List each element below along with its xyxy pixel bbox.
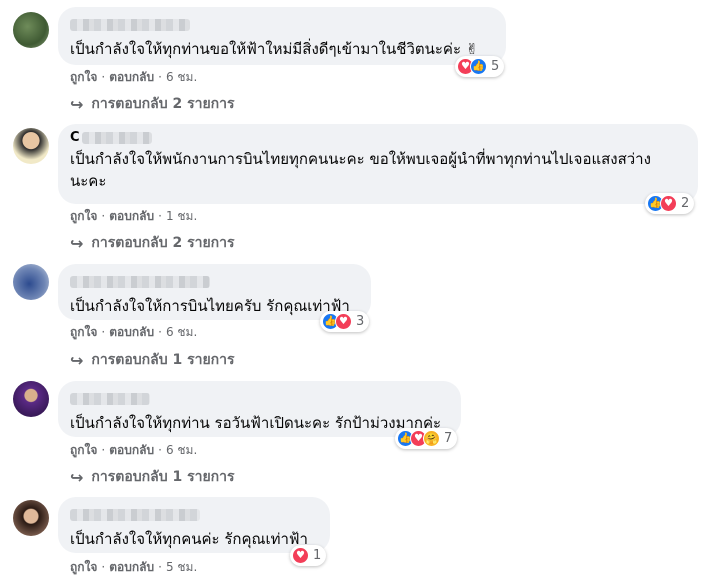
- reaction-count: 2: [681, 196, 690, 211]
- author-name-blurred[interactable]: [81, 131, 152, 144]
- timestamp[interactable]: 6 ชม.: [166, 70, 197, 84]
- heart-icon: ♥: [292, 547, 309, 564]
- reaction-count: 5: [491, 59, 500, 74]
- comment-bubble: เป็นกำลังใจให้ทุกท่านขอให้ฟ้าใหม่มีสิ่งด…: [58, 7, 506, 65]
- reply-arrow-icon: ↪: [70, 94, 84, 114]
- reaction-summary[interactable]: 👍 ♥ 🤗 7: [395, 428, 458, 449]
- like-link[interactable]: ถูกใจ: [70, 443, 97, 457]
- avatar[interactable]: [13, 264, 49, 300]
- replies-label: การตอบกลับ 2 รายการ: [91, 235, 235, 251]
- heart-icon: ♥: [660, 195, 677, 212]
- timestamp[interactable]: 5 ชม.: [166, 560, 197, 574]
- comment-text: เป็นกำลังใจให้พนักงานการบินไทยทุกคนนะคะ …: [70, 150, 651, 190]
- comment-actions: ถูกใจ · ตอบกลับ · 6 ชม.: [70, 443, 198, 457]
- view-replies-link[interactable]: ↪ การตอบกลับ 2 รายการ: [70, 232, 235, 254]
- reply-arrow-icon: ↪: [70, 467, 84, 487]
- like-link[interactable]: ถูกใจ: [70, 209, 97, 223]
- comment-actions: ถูกใจ · ตอบกลับ · 1 ชม.: [70, 209, 198, 223]
- comment-bubble: เป็นกำลังใจให้ทุกคนค่ะ รักคุณเท่าฟ้า: [58, 497, 330, 553]
- reaction-summary[interactable]: ♥ 1: [290, 545, 327, 566]
- like-link[interactable]: ถูกใจ: [70, 325, 97, 339]
- author-name-initial[interactable]: C: [70, 130, 80, 145]
- like-icon: 👍: [470, 58, 487, 75]
- author-name-blurred[interactable]: [70, 393, 150, 405]
- like-link[interactable]: ถูกใจ: [70, 560, 97, 574]
- reaction-summary[interactable]: ♥ 👍 5: [455, 56, 505, 77]
- avatar[interactable]: [13, 128, 49, 164]
- like-link[interactable]: ถูกใจ: [70, 70, 97, 84]
- reply-link[interactable]: ตอบกลับ: [109, 70, 154, 84]
- comment-actions: ถูกใจ · ตอบกลับ · 6 ชม.: [70, 70, 198, 84]
- reaction-count: 3: [356, 314, 365, 329]
- reaction-summary[interactable]: 👍 ♥ 2: [645, 193, 695, 214]
- comment-actions: ถูกใจ · ตอบกลับ · 6 ชม.: [70, 325, 198, 339]
- view-replies-link[interactable]: ↪ การตอบกลับ 1 รายการ: [70, 466, 235, 488]
- timestamp[interactable]: 6 ชม.: [166, 443, 197, 457]
- avatar[interactable]: [13, 12, 49, 48]
- author-name-blurred[interactable]: [70, 19, 190, 31]
- reaction-count: 7: [444, 431, 453, 446]
- reply-arrow-icon: ↪: [70, 350, 84, 370]
- reply-link[interactable]: ตอบกลับ: [109, 325, 154, 339]
- comment-text: เป็นกำลังใจให้ทุกท่านขอให้ฟ้าใหม่มีสิ่งด…: [70, 40, 479, 58]
- avatar[interactable]: [13, 500, 49, 536]
- view-replies-link[interactable]: ↪ การตอบกลับ 1 รายการ: [70, 349, 235, 371]
- reply-link[interactable]: ตอบกลับ: [109, 443, 154, 457]
- heart-icon: ♥: [335, 313, 352, 330]
- reply-link[interactable]: ตอบกลับ: [109, 209, 154, 223]
- comment-actions: ถูกใจ · ตอบกลับ · 5 ชม.: [70, 560, 198, 574]
- timestamp[interactable]: 6 ชม.: [166, 325, 197, 339]
- comment-text: เป็นกำลังใจให้การบินไทยครับ รักคุณเท่าฟ้…: [70, 297, 350, 315]
- comment-text: เป็นกำลังใจให้ทุกคนค่ะ รักคุณเท่าฟ้า: [70, 530, 308, 548]
- reply-link[interactable]: ตอบกลับ: [109, 560, 154, 574]
- comment-text: เป็นกำลังใจให้ทุกท่าน รอวันฟ้าเปิดนะคะ ร…: [70, 414, 442, 432]
- comment-bubble: C เป็นกำลังใจให้พนักงานการบินไทยทุกคนนะค…: [58, 124, 698, 204]
- timestamp[interactable]: 1 ชม.: [166, 209, 197, 223]
- replies-label: การตอบกลับ 1 รายการ: [91, 352, 235, 368]
- replies-label: การตอบกลับ 2 รายการ: [91, 96, 235, 112]
- care-icon: 🤗: [423, 430, 440, 447]
- reply-arrow-icon: ↪: [70, 233, 84, 253]
- view-replies-link[interactable]: ↪ การตอบกลับ 2 รายการ: [70, 93, 235, 115]
- author-name-blurred[interactable]: [70, 509, 200, 521]
- replies-label: การตอบกลับ 1 รายการ: [91, 469, 235, 485]
- author-name-blurred[interactable]: [70, 276, 210, 288]
- reaction-count: 1: [313, 548, 322, 563]
- avatar[interactable]: [13, 381, 49, 417]
- reaction-summary[interactable]: 👍 ♥ 3: [320, 311, 370, 332]
